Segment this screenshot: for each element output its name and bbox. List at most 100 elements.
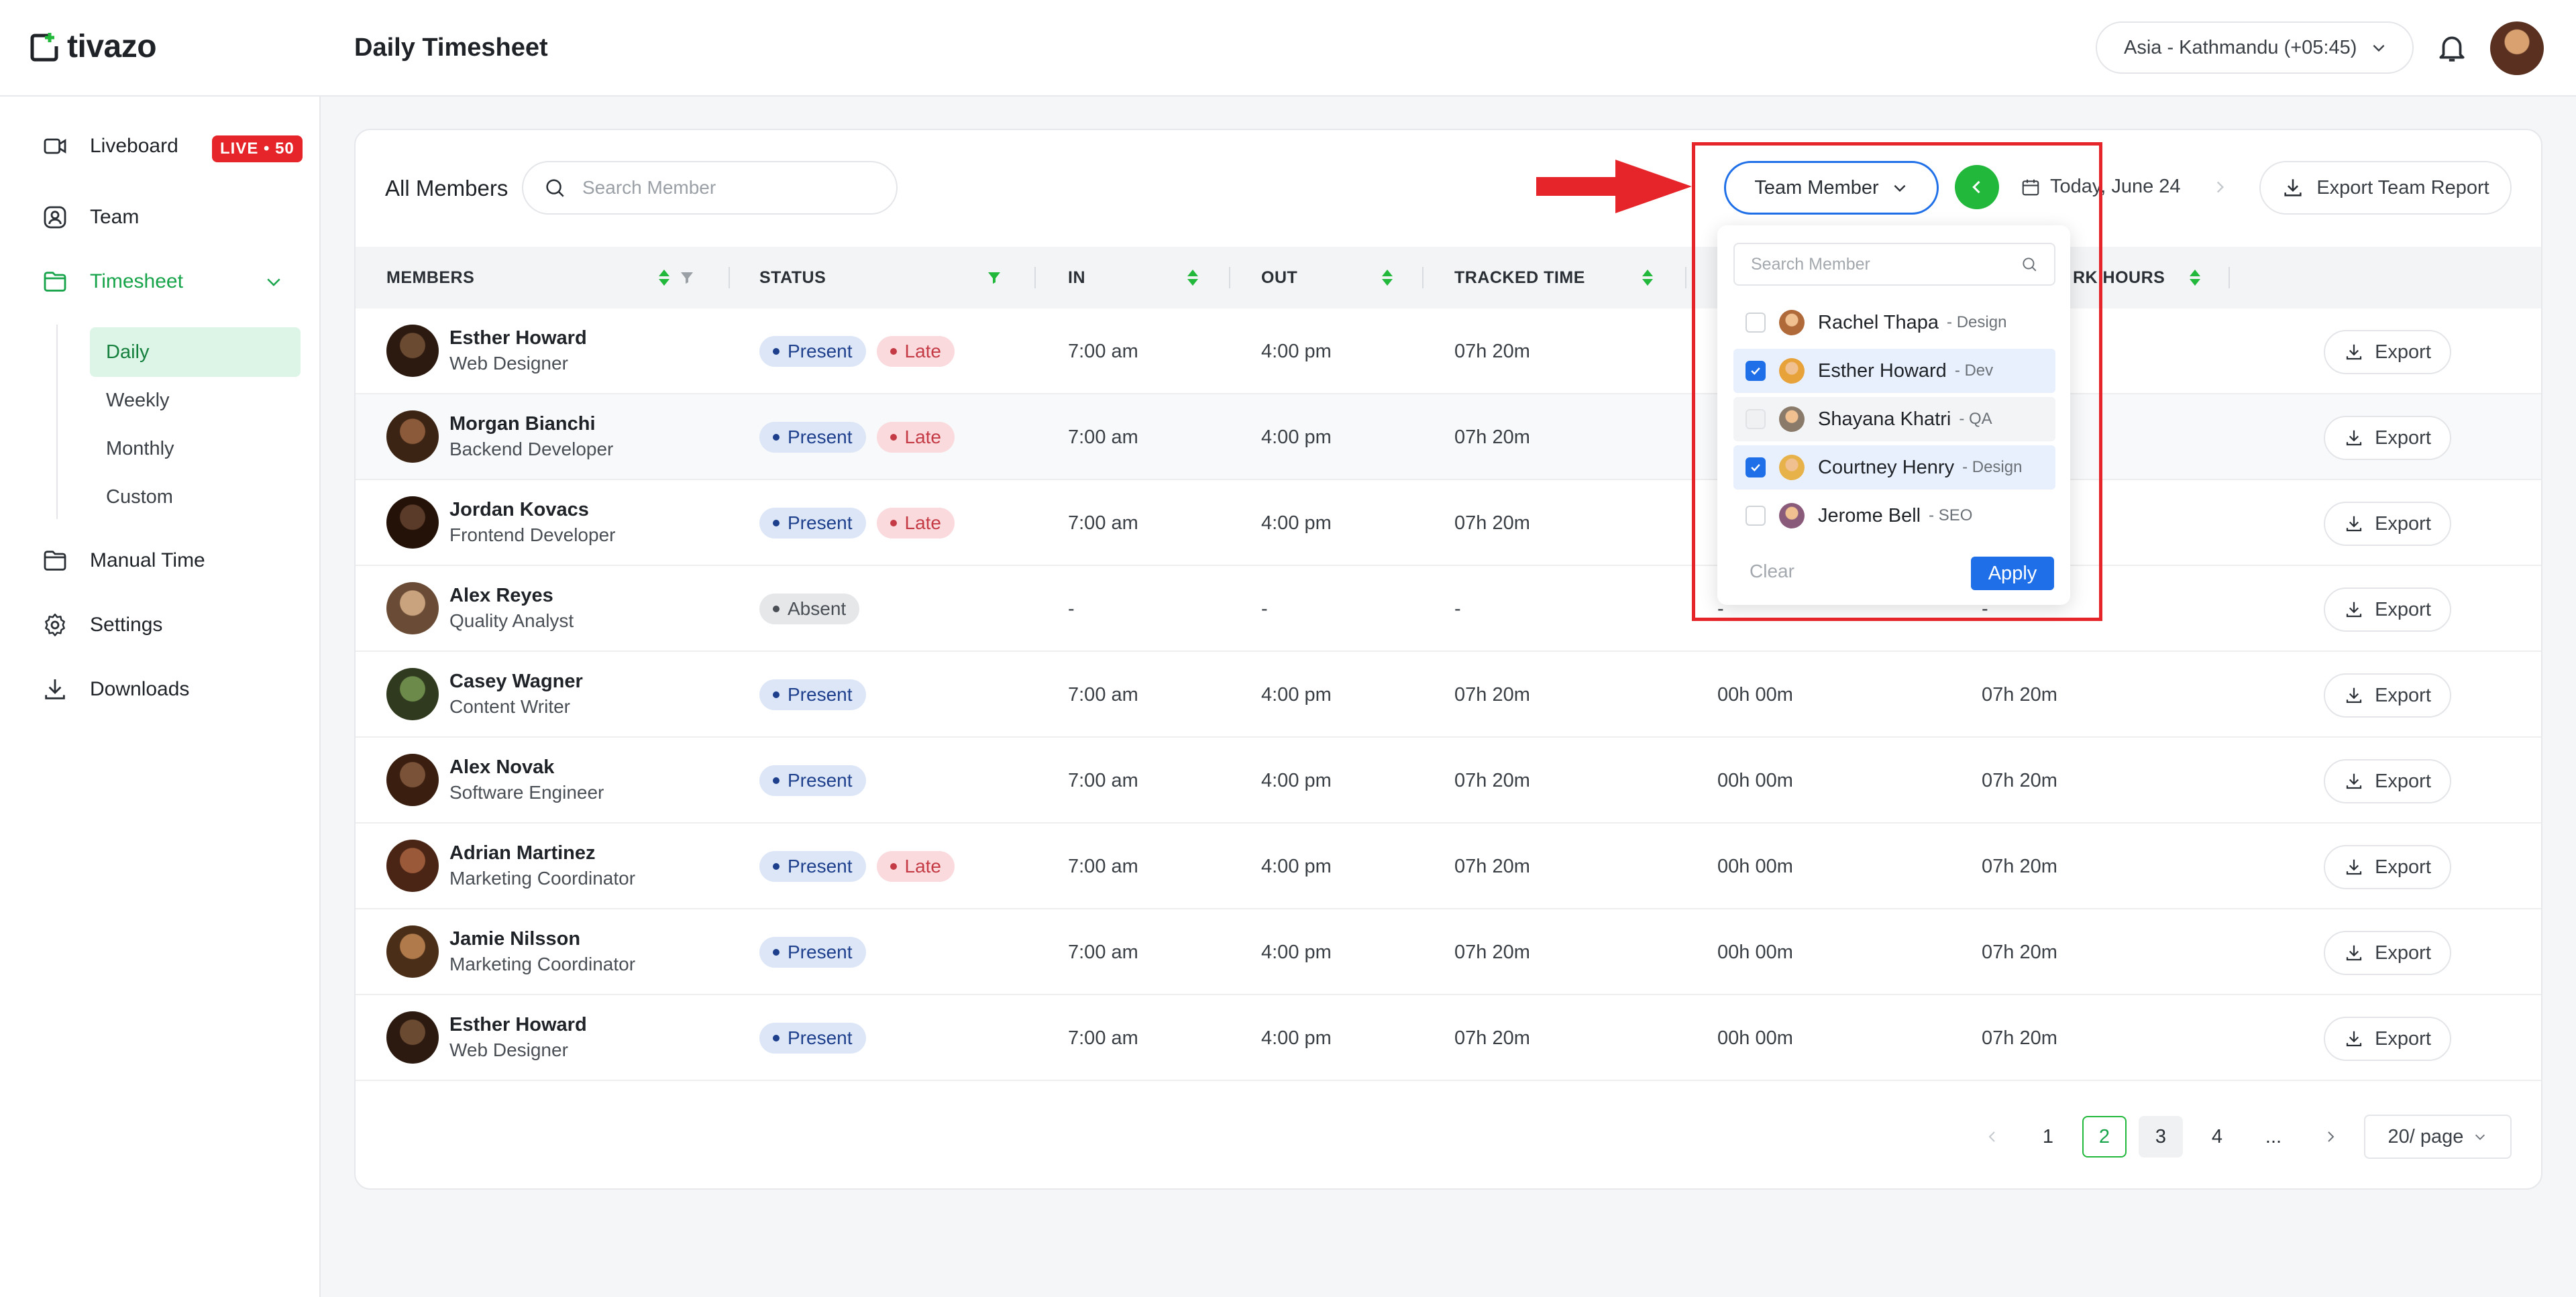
download-icon — [2346, 430, 2362, 446]
logo-icon — [30, 32, 58, 61]
column-header-status[interactable]: STATUS — [759, 247, 826, 308]
user-avatar[interactable] — [2490, 21, 2544, 75]
table-row: Esther Howard Web Designer Present 7:00 a… — [356, 995, 2541, 1081]
row-export-button[interactable]: Export — [2324, 931, 2451, 975]
status-text: Present — [788, 770, 853, 791]
column-header-members[interactable]: MEMBERS — [386, 247, 474, 308]
status-text: Late — [904, 341, 942, 361]
export-label: Export — [2375, 341, 2431, 363]
pagination-ellipsis[interactable]: ... — [2251, 1116, 2296, 1158]
download-icon — [40, 675, 70, 704]
idle-time: 00h 00m — [1717, 941, 1793, 963]
status-text: Present — [788, 427, 853, 447]
status-text: Present — [788, 341, 853, 361]
pagination-page-4[interactable]: 4 — [2195, 1116, 2239, 1158]
member-cell[interactable]: Jordan Kovacs Frontend Developer — [386, 496, 615, 549]
chevron-right-icon — [2328, 1131, 2334, 1142]
member-role: Quality Analyst — [449, 610, 574, 631]
sidebar-item-team[interactable]: Team — [40, 203, 139, 232]
chevron-down-icon — [2373, 44, 2385, 52]
status-text: Late — [904, 856, 942, 877]
member-cell[interactable]: Jamie Nilsson Marketing Coordinator — [386, 925, 635, 978]
idle-time: 00h 00m — [1717, 855, 1793, 877]
sort-icon[interactable] — [2188, 268, 2202, 287]
row-export-button[interactable]: Export — [2324, 673, 2451, 718]
sidebar-item-downloads[interactable]: Downloads — [40, 675, 189, 704]
member-search-input[interactable]: Search Member — [522, 161, 898, 215]
pagination-page-3[interactable]: 3 — [2139, 1116, 2183, 1158]
in-time: 7:00 am — [1068, 1027, 1138, 1049]
filter-active-icon[interactable] — [986, 268, 1002, 287]
out-time: 4:00 pm — [1261, 941, 1332, 963]
row-export-button[interactable]: Export — [2324, 502, 2451, 546]
sort-icon[interactable] — [1641, 268, 1654, 287]
out-time: 4:00 pm — [1261, 512, 1332, 534]
member-cell[interactable]: Adrian Martinez Marketing Coordinator — [386, 840, 635, 892]
sidebar-subitem-weekly[interactable]: Weekly — [90, 376, 301, 425]
sidebar-subitem-custom[interactable]: Custom — [90, 472, 301, 522]
member-cell[interactable]: Esther Howard Web Designer — [386, 1011, 587, 1064]
status-dot — [773, 348, 780, 355]
table-row: Alex Reyes Quality Analyst Absent - - - -… — [356, 566, 2541, 652]
member-role: Marketing Coordinator — [449, 954, 636, 974]
tracked-time: 07h 20m — [1454, 512, 1530, 534]
chevron-down-icon — [267, 278, 280, 286]
column-header-out[interactable]: OUT — [1261, 247, 1297, 308]
in-time: 7:00 am — [1068, 941, 1138, 963]
column-header-in[interactable]: IN — [1068, 247, 1085, 308]
sidebar-subitem-monthly[interactable]: Monthly — [90, 424, 301, 473]
sort-icon[interactable] — [1186, 268, 1199, 287]
row-export-button[interactable]: Export — [2324, 416, 2451, 460]
member-cell[interactable]: Casey Wagner Content Writer — [386, 668, 583, 720]
status-text: Present — [788, 684, 853, 705]
row-export-button[interactable]: Export — [2324, 1017, 2451, 1061]
filter-icon[interactable] — [679, 268, 695, 287]
sort-icon[interactable] — [657, 268, 671, 287]
member-cell[interactable]: Alex Reyes Quality Analyst — [386, 582, 574, 634]
member-cell[interactable]: Morgan Bianchi Backend Developer — [386, 410, 613, 463]
table-row: Esther Howard Web Designer Present Late 7:… — [356, 308, 2541, 394]
status-cell: Present Late — [759, 480, 965, 566]
row-export-button[interactable]: Export — [2324, 845, 2451, 889]
column-header-tracked-time[interactable]: TRACKED TIME — [1454, 247, 1585, 308]
work-hours: 07h 20m — [1982, 941, 2057, 963]
pagination-page-1[interactable]: 1 — [2026, 1116, 2070, 1158]
member-cell[interactable]: Alex Novak Software Engineer — [386, 754, 604, 806]
sidebar-item-manual-time[interactable]: Manual Time — [40, 546, 205, 575]
logo-text: tivazo — [67, 29, 157, 64]
row-export-button[interactable]: Export — [2324, 759, 2451, 803]
download-icon — [2346, 1031, 2362, 1047]
page-size-select[interactable]: 20/ page — [2364, 1115, 2512, 1159]
tracked-time: 07h 20m — [1454, 855, 1530, 877]
notification-bell-icon[interactable] — [2435, 31, 2469, 64]
status-text: Late — [904, 427, 942, 447]
download-icon — [2346, 773, 2362, 789]
row-export-button[interactable]: Export — [2324, 587, 2451, 632]
next-day-button[interactable] — [2199, 166, 2241, 208]
tracked-time: - — [1454, 598, 1461, 620]
pagination-prev-button[interactable] — [1978, 1116, 2007, 1158]
sidebar-item-label: Timesheet — [90, 270, 183, 292]
member-cell[interactable]: Esther Howard Web Designer — [386, 325, 587, 377]
timezone-select[interactable]: Asia - Kathmandu (+05:45) — [2096, 21, 2414, 74]
sidebar-item-liveboard[interactable]: Liveboard — [40, 131, 178, 161]
sidebar-item-settings[interactable]: Settings — [40, 610, 162, 640]
out-time: 4:00 pm — [1261, 683, 1332, 706]
sidebar-item-timesheet[interactable]: Timesheet — [40, 267, 284, 296]
status-dot — [773, 520, 780, 526]
export-team-report-button[interactable]: Export Team Report — [2259, 161, 2512, 215]
pagination-page-2[interactable]: 2 — [2082, 1116, 2127, 1158]
status-badge-present: Present — [759, 851, 866, 882]
sidebar-subitem-daily[interactable]: Daily — [90, 327, 301, 377]
idle-time: 00h 00m — [1717, 1027, 1793, 1049]
status-dot — [773, 863, 780, 870]
member-role: Marketing Coordinator — [449, 868, 636, 889]
pagination-next-button[interactable] — [2316, 1116, 2345, 1158]
table-row: Adrian Martinez Marketing Coordinator Pre… — [356, 824, 2541, 909]
download-icon — [2346, 859, 2362, 875]
team-icon — [40, 203, 70, 232]
logo[interactable]: tivazo — [30, 28, 157, 65]
row-export-button[interactable]: Export — [2324, 330, 2451, 374]
sort-icon[interactable] — [1381, 268, 1394, 287]
status-dot — [890, 348, 897, 355]
